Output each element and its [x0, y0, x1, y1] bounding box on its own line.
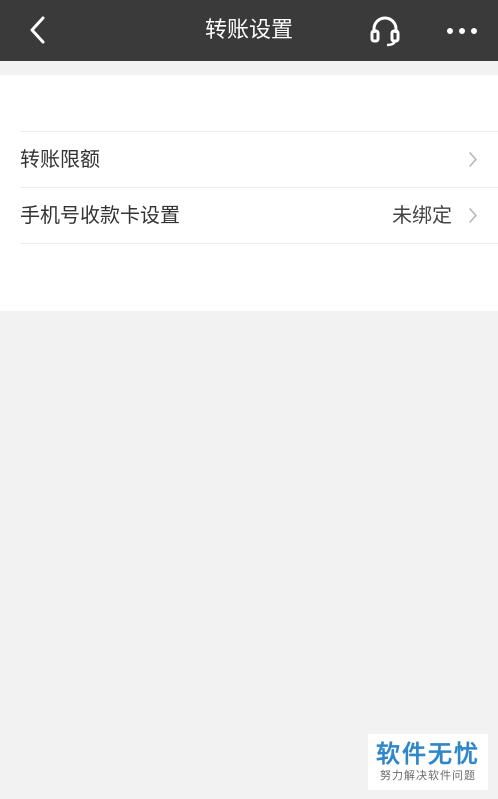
headset-icon — [370, 16, 400, 47]
chevron-right-icon — [469, 208, 477, 223]
page-title: 转账设置 — [204, 18, 293, 43]
watermark-subtitle: 努力解决软件问题 — [380, 769, 476, 782]
transfer-settings-screen: 转账设置 转账限额 手机号收款卡设置 未绑定 软件无忧 努力解决软件问题 — [0, 0, 498, 799]
settings-list: 转账限额 手机号收款卡设置 未绑定 — [20, 131, 498, 244]
binding-status-value: 未绑定 — [392, 203, 452, 227]
watermark-logo: 软件无忧 努力解决软件问题 — [368, 734, 488, 790]
settings-card: 转账限额 手机号收款卡设置 未绑定 — [0, 75, 498, 311]
watermark-title: 软件无忧 — [376, 740, 480, 768]
chevron-right-icon — [469, 152, 477, 167]
more-horizontal-icon — [447, 28, 477, 34]
back-button[interactable] — [18, 10, 58, 50]
more-options-button[interactable] — [440, 10, 484, 52]
chevron-left-icon — [30, 16, 45, 44]
top-navigation-bar: 转账设置 — [0, 0, 498, 61]
transfer-limit-item[interactable]: 转账限额 — [20, 132, 498, 188]
transfer-limit-label: 转账限额 — [20, 147, 100, 171]
phone-receiving-card-label: 手机号收款卡设置 — [20, 203, 180, 227]
phone-receiving-card-item[interactable]: 手机号收款卡设置 未绑定 — [20, 188, 498, 244]
customer-support-button[interactable] — [364, 10, 406, 52]
